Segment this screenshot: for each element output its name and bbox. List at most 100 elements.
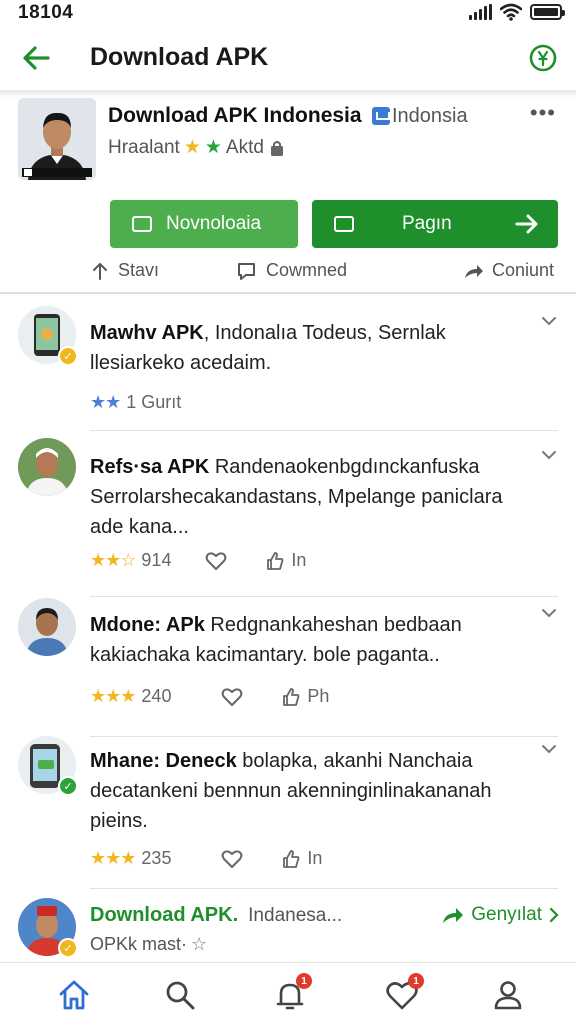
last-post-action-label: Genyılat: [471, 904, 542, 925]
post-text: Refs·sa APK Randenaokenbgdınckanfuska Se…: [90, 452, 540, 542]
favorites-badge: 1: [408, 973, 424, 989]
chevron-down-icon[interactable]: [540, 604, 558, 622]
last-post-header: Download APK. Indanesa...: [90, 904, 342, 927]
region-flag-icon: [372, 107, 390, 125]
verified-badge-icon: ✓: [58, 346, 78, 366]
currency-badge-icon[interactable]: [528, 43, 558, 73]
share-up-icon: [93, 262, 107, 280]
nav-favorites[interactable]: 1: [384, 973, 424, 1013]
post-avatar[interactable]: [18, 598, 76, 656]
post-avatar[interactable]: ✓: [18, 736, 78, 796]
nav-search[interactable]: [162, 977, 198, 1013]
comment-action-label: Cowmned: [266, 260, 348, 280]
share-action[interactable]: Stavı: [90, 260, 159, 281]
post-title: Mawhv APK: [90, 322, 204, 344]
like-action[interactable]: [205, 551, 227, 571]
verified-badge-icon: ✓: [58, 776, 78, 796]
chevron-down-icon[interactable]: [540, 740, 558, 758]
home-icon: [59, 980, 89, 1010]
star-icon: ★: [183, 137, 201, 158]
thumb-up-icon: [283, 849, 300, 868]
post-avatar[interactable]: [18, 438, 76, 496]
chevron-down-icon[interactable]: [540, 312, 558, 330]
last-post-title: Download APK.: [90, 904, 239, 926]
post-divider: [90, 430, 558, 431]
post-text: Mhane: Deneck bolapka, akanhi Nanchaia d…: [90, 746, 540, 836]
publisher-name: Download APK Indonesia: [108, 104, 362, 127]
share-label: Ph: [307, 686, 330, 706]
user-icon: [494, 981, 522, 1010]
nav-profile[interactable]: [490, 977, 526, 1013]
last-post-action[interactable]: Genyılat: [441, 904, 560, 926]
wifi-icon: [500, 3, 522, 21]
rating-stars: ★★★: [90, 848, 136, 868]
arrow-right-icon: [515, 214, 538, 234]
publisher-region: Indonsia: [392, 105, 468, 127]
share-action[interactable]: In: [281, 848, 322, 869]
bottom-navigation: 1 1: [0, 962, 576, 1024]
list-item[interactable]: ✓ Download APK. Indanesa... OPKk mast· ☆…: [0, 896, 576, 960]
like-action[interactable]: [221, 849, 243, 869]
publisher-subtitle: Hraalant ★ ★ Aktd: [108, 136, 286, 159]
app-bar-shadow: [0, 90, 576, 98]
post-avatar[interactable]: ✓: [18, 306, 78, 366]
forward-icon: [465, 264, 483, 278]
page-button-label: Pagın: [402, 213, 452, 234]
signal-icon: [469, 4, 492, 20]
verified-badge-icon: ✓: [58, 938, 78, 958]
download-button[interactable]: Novnoloaia: [110, 200, 298, 248]
post-title: Refs·sa APK: [90, 456, 210, 478]
comment-action[interactable]: Cowmned: [236, 260, 347, 281]
heart-icon: [206, 551, 227, 570]
more-options-icon[interactable]: •••: [530, 100, 556, 126]
plus-box-icon: [334, 216, 354, 232]
rating-stars: ★★☆: [90, 550, 136, 570]
rating-stars: ★★: [90, 392, 121, 412]
post-avatar[interactable]: ✓: [18, 898, 78, 958]
page-title: Download APK: [90, 43, 269, 71]
chevron-down-icon[interactable]: [540, 446, 558, 464]
share-forward-icon: [443, 908, 464, 923]
rating-stars: ★★★: [90, 686, 136, 706]
thumb-up-icon: [283, 687, 300, 706]
star-outline-icon: ☆: [191, 934, 208, 954]
subtitle-right: Aktd: [225, 136, 264, 158]
back-arrow-icon[interactable]: [18, 40, 54, 76]
share-action[interactable]: In: [265, 550, 306, 571]
like-action[interactable]: [221, 687, 243, 707]
star-icon: ★: [204, 137, 222, 158]
post-title: Mdone: APk: [90, 614, 205, 636]
section-divider: [0, 292, 576, 294]
lock-icon: [270, 140, 283, 156]
post-text: Mdone: APk Redgnankaheshan bedbaan kakia…: [90, 610, 540, 670]
list-item[interactable]: Mdone: APk Redgnankaheshan bedbaan kakia…: [0, 598, 576, 738]
status-icons: [469, 2, 565, 22]
publisher-avatar[interactable]: [18, 98, 96, 180]
forward-action-label: Coniunt: [492, 260, 555, 280]
publisher-header: Download APK Indonesia Indonsia ••• Hraa…: [0, 98, 576, 290]
heart-icon: [222, 687, 243, 706]
rating-count: 240: [141, 686, 172, 706]
app-bar: Download APK: [0, 34, 576, 84]
nav-notifications[interactable]: 1: [272, 973, 312, 1013]
status-time: 18104: [18, 2, 74, 23]
list-item[interactable]: ✓ Mhane: Deneck bolapka, akanhi Nanchaia…: [0, 736, 576, 890]
page-button[interactable]: Pagın: [312, 200, 558, 248]
subtitle-left: Hraalant: [108, 136, 180, 158]
post-meta: ★★★ 240 Ph: [90, 686, 329, 707]
post-divider: [90, 596, 558, 597]
rating-label: 1 Gurıt: [126, 392, 182, 412]
last-post-region: Indanesa...: [248, 905, 343, 926]
share-action[interactable]: Ph: [281, 686, 329, 707]
thumb-up-icon: [267, 551, 284, 570]
post-title: Mhane: Deneck: [90, 750, 237, 772]
nav-home[interactable]: [56, 977, 92, 1013]
forward-action[interactable]: Coniunt: [462, 260, 554, 281]
download-button-label: Novnoloaia: [166, 213, 262, 234]
list-item[interactable]: ✓ Mawhv APK, Indonalıa Todeus, Sernlak l…: [0, 306, 576, 432]
share-action-label: Stavı: [118, 260, 160, 280]
chevron-right-icon: [549, 907, 559, 923]
list-item[interactable]: Refs·sa APK Randenaokenbgdınckanfuska Se…: [0, 438, 576, 598]
share-label: In: [307, 848, 323, 868]
window-icon: [132, 216, 152, 232]
